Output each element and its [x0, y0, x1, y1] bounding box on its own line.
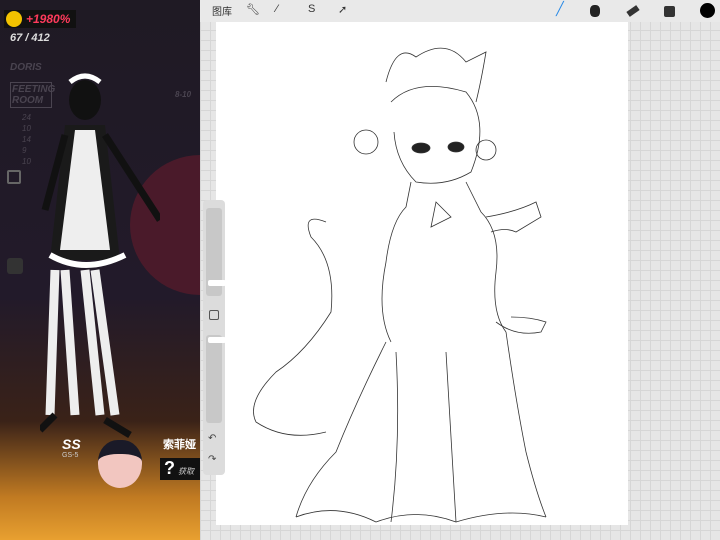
- save-icon[interactable]: [7, 170, 21, 184]
- eraser-icon[interactable]: [626, 5, 640, 17]
- name-tag: DORIS: [10, 62, 42, 73]
- slider-knob[interactable]: [208, 280, 226, 286]
- redo-icon[interactable]: ↷: [208, 454, 216, 465]
- stat-value: 14: [22, 135, 31, 144]
- modify-button[interactable]: [209, 310, 219, 320]
- sidebar: ↶ ↷: [203, 200, 226, 475]
- slider-knob[interactable]: [208, 337, 226, 343]
- item-name: 索菲娅: [163, 439, 196, 451]
- sock-icon[interactable]: [7, 258, 23, 274]
- emoji-icon: [6, 11, 22, 27]
- rank-sub: GS-5: [62, 452, 79, 459]
- transform-icon[interactable]: ➚: [338, 3, 347, 16]
- selection-icon[interactable]: S: [308, 3, 315, 15]
- unknown-mark: ?: [164, 458, 175, 478]
- brush-size-slider[interactable]: [206, 208, 226, 296]
- rank-label: SS: [62, 436, 81, 452]
- stat-value: 24: [22, 113, 31, 122]
- character-head-icon[interactable]: [98, 440, 142, 488]
- drawing-canvas[interactable]: [216, 22, 628, 525]
- toolbar: 图库 🔧︎ ⁄ S ➚ ╱: [200, 0, 720, 22]
- obtain-button[interactable]: ? 获取: [160, 458, 200, 480]
- smudge-icon[interactable]: [590, 5, 600, 17]
- stat-value: 10: [22, 124, 31, 133]
- maid-character: [40, 73, 160, 439]
- layers-icon[interactable]: [664, 6, 675, 17]
- progress-count: 67 / 412: [10, 32, 50, 44]
- procreate-app: 图库 🔧︎ ⁄ S ➚ ╱ ↶ ↷: [200, 0, 720, 540]
- stat-value: 9: [22, 146, 27, 155]
- opacity-slider[interactable]: [206, 335, 226, 423]
- game-screen: +1980% 67 / 412 DORIS FEETING ROOM 8-10 …: [0, 0, 200, 540]
- color-icon[interactable]: [700, 3, 715, 18]
- wrench-icon[interactable]: 🔧︎: [246, 3, 260, 16]
- gallery-button[interactable]: 图库: [212, 3, 232, 18]
- undo-icon[interactable]: ↶: [208, 433, 216, 444]
- brush-icon[interactable]: ╱: [556, 1, 564, 17]
- stat-value: 10: [22, 157, 31, 166]
- obtain-label: 获取: [178, 467, 194, 476]
- bonus-percent: +1980%: [26, 12, 71, 26]
- bonus-badge: +1980%: [4, 10, 77, 28]
- magic-wand-icon[interactable]: ⁄: [276, 3, 278, 15]
- range-label: 8-10: [175, 90, 192, 99]
- sketch: [253, 47, 547, 523]
